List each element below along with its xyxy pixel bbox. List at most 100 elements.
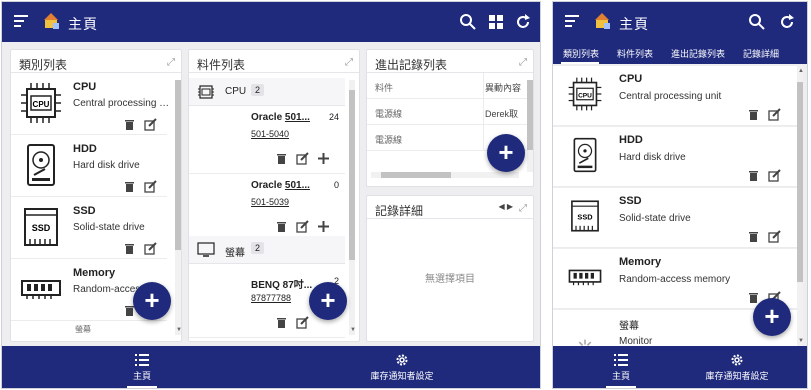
nav-settings[interactable]: 庫存通知者設定: [362, 346, 442, 388]
records-scrollbar[interactable]: [527, 80, 533, 172]
add-icon[interactable]: [317, 220, 330, 233]
prev-next-icon[interactable]: ◀ ▶: [498, 202, 513, 211]
category-name: 螢幕: [619, 321, 639, 332]
layout-grid-icon[interactable]: [486, 12, 506, 32]
material-qty: 0: [333, 180, 339, 190]
category-item-hdd[interactable]: HDD Hard disk drive: [11, 135, 167, 197]
category-item-cpu[interactable]: CPU CPU Central processing unit: [553, 66, 797, 126]
nav-home[interactable]: 主頁: [112, 346, 172, 388]
category-name: Memory: [619, 256, 662, 268]
material-group-cpu[interactable]: CPU 2: [189, 78, 345, 106]
app-logo-icon: [44, 13, 59, 29]
delete-icon[interactable]: [747, 230, 760, 243]
expand-icon[interactable]: ⤢: [519, 57, 527, 68]
tab-records[interactable]: 進出記錄列表: [671, 47, 725, 60]
delete-icon[interactable]: [275, 220, 288, 233]
edit-icon[interactable]: [296, 316, 309, 329]
delete-icon[interactable]: [123, 118, 136, 131]
tab-indicator: [561, 62, 599, 64]
gear-icon: [731, 354, 743, 366]
category-item-ssd[interactable]: SSD SSD Solid-state drive: [11, 197, 167, 259]
category-desc: Central processing unit: [73, 98, 171, 109]
add-material-button[interactable]: +: [309, 282, 347, 320]
page-title: 主頁: [619, 16, 649, 32]
edit-icon[interactable]: [296, 220, 309, 233]
hdd-icon: [27, 144, 55, 186]
category-item-hdd[interactable]: HDD Hard disk drive: [553, 127, 797, 187]
category-desc: Solid-state drive: [73, 222, 145, 233]
categories-scrollbar[interactable]: [175, 80, 181, 335]
materials-panel: 料件列表 ⤢ CPU 2 Oracle 501... 24 501-5040 O…: [188, 49, 360, 342]
svg-text:CPU: CPU: [578, 92, 592, 99]
category-item-ssd[interactable]: SSD SSD Solid-state drive: [553, 188, 797, 248]
search-icon[interactable]: [458, 12, 478, 32]
category-item-cpu[interactable]: CPU CPU Central processing unit: [11, 73, 171, 135]
expand-icon[interactable]: ⤢: [345, 57, 353, 68]
material-name: BENQ 87吋...: [251, 280, 313, 291]
add-record-button[interactable]: +: [487, 134, 525, 172]
category-desc: Central processing unit: [619, 91, 722, 102]
app-logo-icon: [595, 13, 610, 29]
group-count: 2: [251, 84, 265, 96]
cpu-icon: CPU: [568, 77, 602, 111]
add-category-button[interactable]: +: [753, 298, 791, 336]
add-icon[interactable]: [317, 152, 330, 165]
edit-icon[interactable]: [144, 242, 157, 255]
narrow-scrollbar[interactable]: [797, 66, 803, 346]
search-icon[interactable]: [747, 12, 767, 32]
edit-icon[interactable]: [144, 180, 157, 193]
category-name: HDD: [619, 134, 643, 146]
delete-icon[interactable]: [275, 152, 288, 165]
material-item[interactable]: Oracle 501... 24 501-5040: [189, 106, 345, 174]
hdd-icon: [573, 137, 597, 173]
gear-icon: [396, 354, 408, 366]
edit-icon[interactable]: [144, 118, 157, 131]
material-code-link[interactable]: 501-5040: [251, 129, 289, 139]
refresh-icon[interactable]: [777, 12, 797, 32]
expand-icon[interactable]: ⤢: [519, 203, 527, 214]
memory-icon: [568, 269, 602, 286]
group-name: CPU: [225, 86, 247, 97]
category-desc: Hard disk drive: [73, 160, 140, 171]
records-hscrollbar[interactable]: [371, 172, 519, 178]
ssd-icon: SSD: [571, 200, 599, 232]
materials-scrollbar[interactable]: [349, 80, 355, 335]
material-name: Oracle 501...: [251, 180, 310, 191]
tab-categories[interactable]: 類別列表: [563, 47, 599, 60]
edit-icon[interactable]: [768, 108, 781, 121]
category-name: CPU: [619, 73, 643, 85]
category-name: Memory: [73, 267, 116, 279]
edit-icon[interactable]: [296, 152, 309, 165]
tab-materials[interactable]: 料件列表: [617, 47, 653, 60]
wide-layout: 主頁 類別列表 ⤢ CPU CPU Central processing uni…: [1, 1, 541, 389]
ssd-icon: SSD: [24, 208, 58, 246]
category-name: CPU: [73, 81, 97, 93]
menu-icon[interactable]: [565, 15, 579, 30]
delete-icon[interactable]: [747, 169, 760, 182]
edit-icon[interactable]: [768, 169, 781, 182]
refresh-icon[interactable]: [513, 12, 533, 32]
delete-icon[interactable]: [123, 180, 136, 193]
bottom-nav: 主頁 庫存通知者設定: [2, 346, 540, 388]
partial-category-label: 螢幕: [75, 325, 91, 334]
menu-icon[interactable]: [14, 15, 28, 30]
delete-icon[interactable]: [123, 242, 136, 255]
edit-icon[interactable]: [768, 230, 781, 243]
material-code-link[interactable]: 501-5039: [251, 197, 289, 207]
nav-settings[interactable]: 庫存通知者設定: [697, 346, 777, 388]
tab-detail[interactable]: 記錄詳細: [743, 47, 779, 60]
table-row[interactable]: 電源線 Derek取: [367, 99, 527, 125]
material-group-monitor[interactable]: 螢幕 2: [189, 236, 345, 264]
category-name: SSD: [619, 195, 642, 207]
material-code-link[interactable]: 87877788: [251, 293, 291, 303]
svg-text:CPU: CPU: [33, 100, 50, 109]
records-panel-title: 進出記錄列表: [375, 58, 448, 72]
delete-icon[interactable]: [747, 108, 760, 121]
expand-icon[interactable]: ⤢: [167, 57, 175, 68]
category-name: SSD: [73, 205, 96, 217]
material-item[interactable]: Oracle 501... 0 501-5039: [189, 174, 345, 242]
delete-icon[interactable]: [275, 316, 288, 329]
add-category-button[interactable]: +: [133, 282, 171, 320]
svg-text:SSD: SSD: [32, 223, 51, 233]
nav-home[interactable]: 主頁: [591, 346, 651, 388]
